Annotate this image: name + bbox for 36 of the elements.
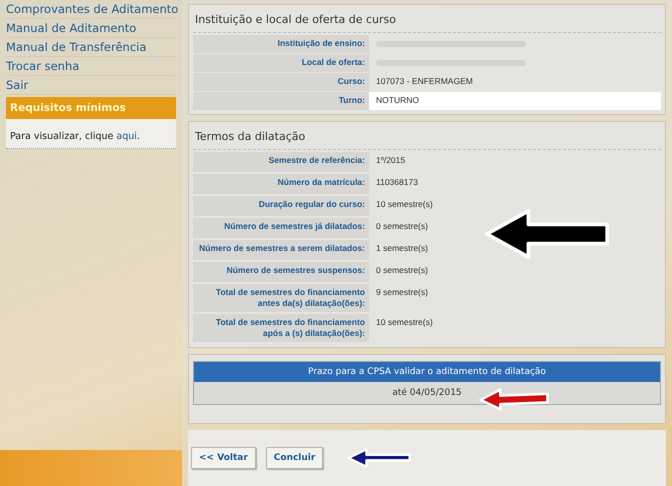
field-value: 107073 - ENFERMAGEM xyxy=(376,76,473,86)
field-label: Número de semestres já dilatados: xyxy=(193,218,369,238)
back-button[interactable]: << Voltar xyxy=(191,447,256,469)
field-value: 9 semestre(s) xyxy=(376,287,428,297)
section-title: Termos da dilatação xyxy=(193,128,661,150)
sidebar-link[interactable]: Manual de Aditamento xyxy=(6,19,176,38)
field-label: Total de semestres do financiamento após a (s) dilatação(ões): xyxy=(193,314,369,342)
field-value: 0 semestre(s) xyxy=(376,265,428,275)
deadline-date: até 04/05/2015 xyxy=(392,388,462,398)
field-label: Local de oferta: xyxy=(193,54,369,72)
field-value: 10 semestre(s) xyxy=(376,199,433,209)
field-value: 110368173 xyxy=(376,177,418,187)
here-link[interactable]: aqui xyxy=(116,131,137,142)
field-label: Número de semestres a serem dilatados: xyxy=(193,240,369,260)
section-title: Instituição e local de oferta de curso xyxy=(193,11,661,33)
field-label: Semestre de referência: xyxy=(193,152,369,172)
field-label: Duração regular do curso: xyxy=(193,196,369,216)
deadline-title: Prazo para a CPSA validar o aditamento de dilatação xyxy=(194,362,660,382)
requirements-text: Para visualizar, clique aqui. xyxy=(10,131,140,142)
field-value: 1º/2015 xyxy=(376,155,406,165)
sidebar-link[interactable]: Trocar senha xyxy=(6,57,176,76)
field-label: Instituição de ensino: xyxy=(193,35,369,53)
finish-button[interactable]: Concluir xyxy=(266,447,324,469)
requirements-title: Requisitos mínimos xyxy=(6,97,176,119)
field-label: Turno: xyxy=(193,92,369,110)
field-value: 0 semestre(s) xyxy=(376,221,428,231)
sidebar-link[interactable]: Sair xyxy=(6,76,176,95)
field-label: Curso: xyxy=(193,73,369,91)
sidebar-link[interactable]: Comprovantes de Aditamento xyxy=(6,0,176,19)
field-value: 10 semestre(s) xyxy=(376,317,433,327)
sidebar-link[interactable]: Manual de Transferência xyxy=(6,38,176,57)
field-label: Número de semestres suspensos: xyxy=(193,262,369,282)
field-label: Número da matrícula: xyxy=(193,174,369,194)
field-value: 1 semestre(s) xyxy=(376,243,428,253)
field-label: Total de semestres do financiamento antes da(s) dilatação(ões): xyxy=(193,284,369,312)
field-value: NOTURNO xyxy=(376,95,419,105)
